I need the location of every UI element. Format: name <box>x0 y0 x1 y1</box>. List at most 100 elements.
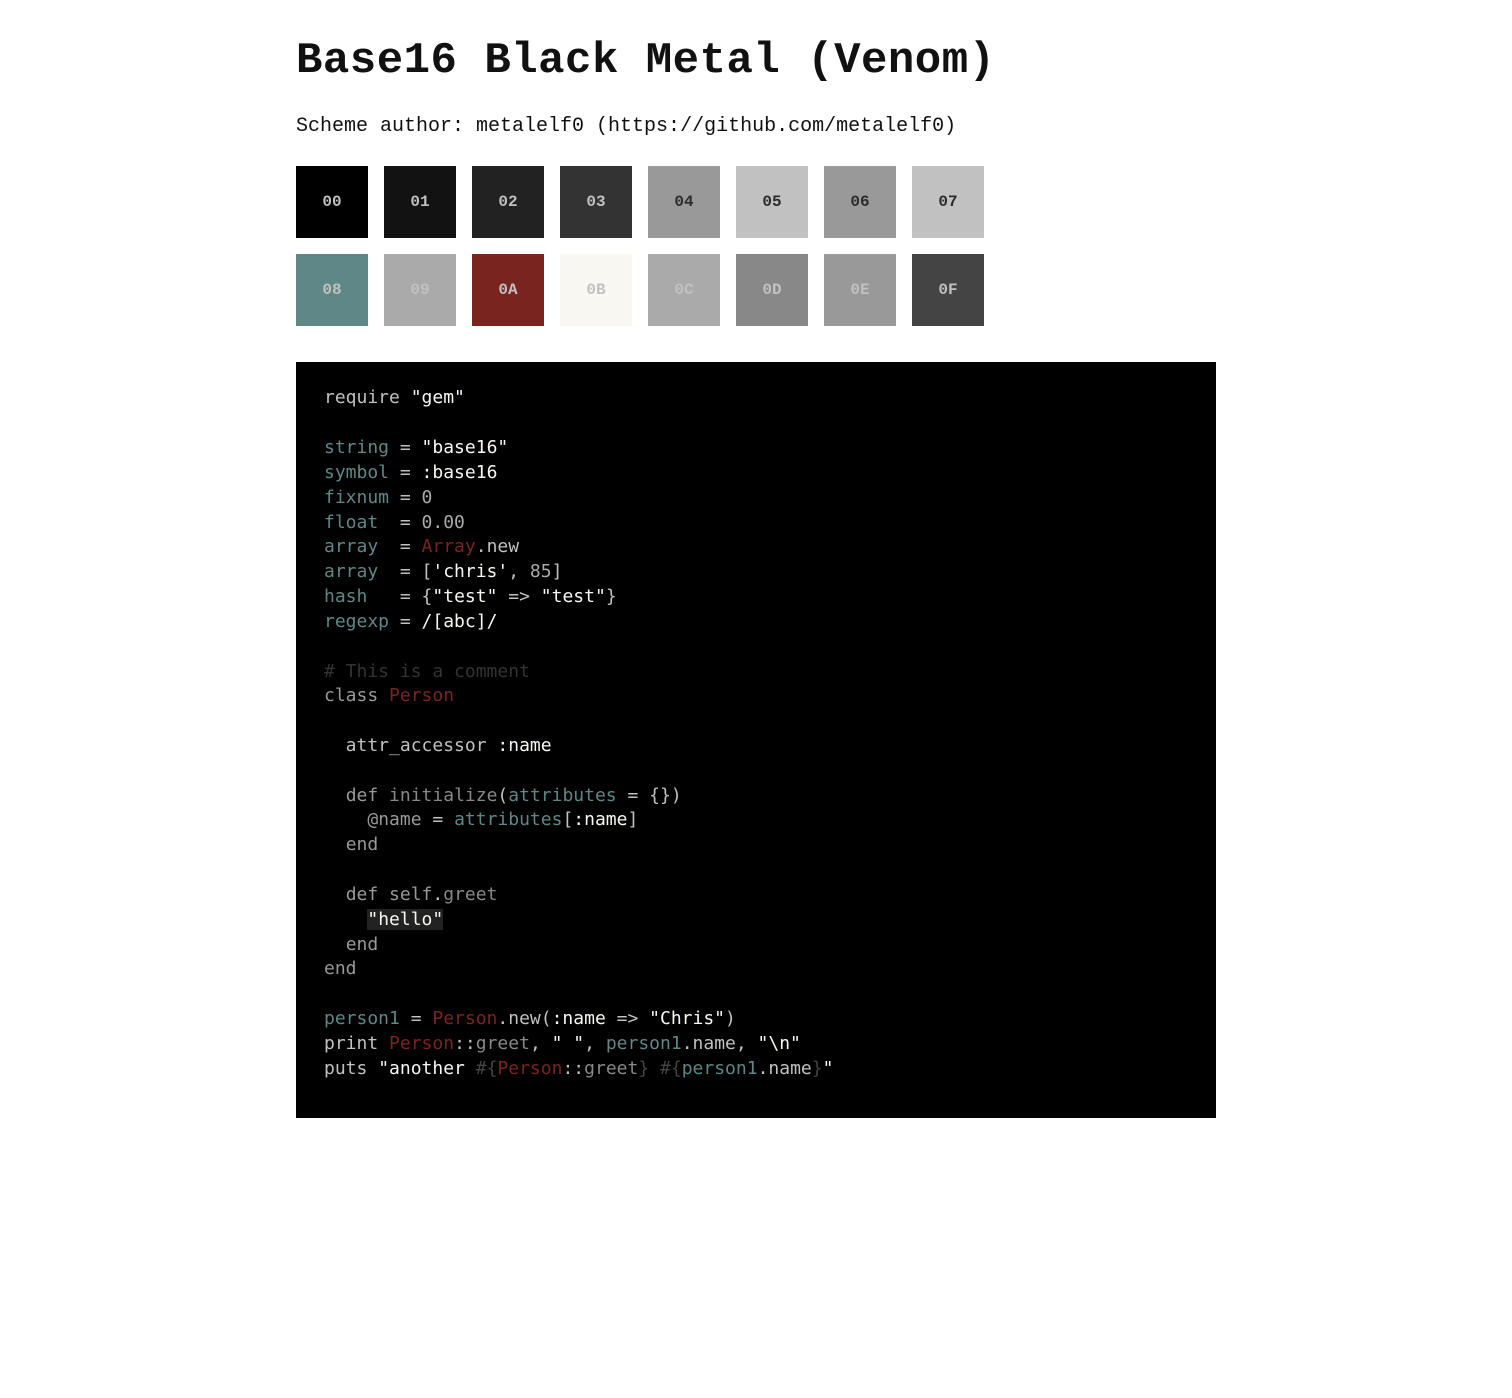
code-token <box>324 909 367 930</box>
code-token: print <box>324 1033 389 1054</box>
code-token: require <box>324 387 411 408</box>
code-token: def <box>346 884 379 905</box>
code-token: = [ <box>378 561 432 582</box>
code-token: . <box>432 884 443 905</box>
code-token: hash <box>324 586 367 607</box>
swatch-06: 06 <box>824 166 896 238</box>
code-token: greet <box>443 884 497 905</box>
code-token: "another <box>378 1058 476 1079</box>
code-token: 0.00 <box>422 512 465 533</box>
code-token: :name <box>552 1008 606 1029</box>
code-token: Array <box>422 536 476 557</box>
code-token: :: <box>562 1058 584 1079</box>
code-token: "test" <box>541 586 606 607</box>
code-token: self <box>389 884 432 905</box>
code-token <box>324 785 346 806</box>
code-token: :name <box>573 809 627 830</box>
swatch-0E: 0E <box>824 254 896 326</box>
code-token: , <box>584 1033 606 1054</box>
code-token: class <box>324 685 378 706</box>
code-token: "Chris" <box>649 1008 725 1029</box>
code-token: Person <box>389 1033 454 1054</box>
code-token: => <box>606 1008 649 1029</box>
code-token: } <box>638 1058 649 1079</box>
code-token: = <box>422 809 455 830</box>
page-wrap: Base16 Black Metal (Venom) Scheme author… <box>272 0 1240 1238</box>
swatch-05: 05 <box>736 166 808 238</box>
code-token: = <box>389 487 422 508</box>
swatch-03: 03 <box>560 166 632 238</box>
code-token: } <box>606 586 617 607</box>
code-token <box>324 834 346 855</box>
code-token: [ <box>562 809 573 830</box>
page-title: Base16 Black Metal (Venom) <box>296 32 1216 91</box>
code-token: array <box>324 561 378 582</box>
code-token: regexp <box>324 611 389 632</box>
code-token: attributes <box>508 785 616 806</box>
code-token: .name, <box>682 1033 758 1054</box>
code-token: end <box>346 834 379 855</box>
code-token: ) <box>725 1008 736 1029</box>
code-token: , <box>530 1033 552 1054</box>
code-token: = <box>400 1008 433 1029</box>
code-token: "hello" <box>367 909 443 930</box>
code-token: attributes <box>454 809 562 830</box>
code-token: attr_accessor <box>324 735 497 756</box>
code-token: ] <box>627 809 638 830</box>
code-token: string <box>324 437 389 458</box>
code-token: = { <box>367 586 432 607</box>
code-token <box>324 809 367 830</box>
code-token: "\n" <box>758 1033 801 1054</box>
swatch-02: 02 <box>472 166 544 238</box>
code-token <box>324 884 346 905</box>
code-token: #{ <box>660 1058 682 1079</box>
code-token: array <box>324 536 378 557</box>
code-token: fixnum <box>324 487 389 508</box>
code-token <box>378 785 389 806</box>
swatch-row: 0001020304050607 <box>296 166 996 238</box>
code-token: 0 <box>422 487 433 508</box>
swatch-0F: 0F <box>912 254 984 326</box>
swatch-04: 04 <box>648 166 720 238</box>
code-token: Person <box>497 1058 562 1079</box>
code-token: , <box>508 561 530 582</box>
code-token: end <box>324 958 357 979</box>
code-token: #{ <box>476 1058 498 1079</box>
code-token: .name <box>758 1058 812 1079</box>
code-token: Person <box>432 1008 497 1029</box>
code-token <box>378 685 389 706</box>
code-token: = <box>389 437 422 458</box>
code-token: "base16" <box>422 437 509 458</box>
swatch-07: 07 <box>912 166 984 238</box>
code-token <box>378 884 389 905</box>
code-token: "gem" <box>411 387 465 408</box>
scheme-author: Scheme author: metalelf0 (https://github… <box>296 113 1216 140</box>
code-token: " <box>823 1058 834 1079</box>
code-token: = <box>378 512 421 533</box>
code-token: ] <box>552 561 563 582</box>
code-token: } <box>812 1058 823 1079</box>
code-token <box>649 1058 660 1079</box>
swatch-row: 08090A0B0C0D0E0F <box>296 254 996 326</box>
code-token: @name <box>367 809 421 830</box>
code-token: :base16 <box>422 462 498 483</box>
code-token: = <box>389 611 422 632</box>
swatch-09: 09 <box>384 254 456 326</box>
swatch-0D: 0D <box>736 254 808 326</box>
code-token: = {}) <box>617 785 682 806</box>
code-token: = <box>389 462 422 483</box>
code-token: .new <box>476 536 519 557</box>
code-token: Person <box>389 685 454 706</box>
code-token: => <box>497 586 540 607</box>
code-token: "test" <box>432 586 497 607</box>
code-token: ( <box>497 785 508 806</box>
code-token: :name <box>497 735 551 756</box>
code-token: person1 <box>606 1033 682 1054</box>
code-token: = <box>378 536 421 557</box>
swatch-00: 00 <box>296 166 368 238</box>
swatch-0C: 0C <box>648 254 720 326</box>
code-token: /[abc]/ <box>422 611 498 632</box>
code-token: 'chris' <box>432 561 508 582</box>
code-token: .new( <box>497 1008 551 1029</box>
code-token: :: <box>454 1033 476 1054</box>
